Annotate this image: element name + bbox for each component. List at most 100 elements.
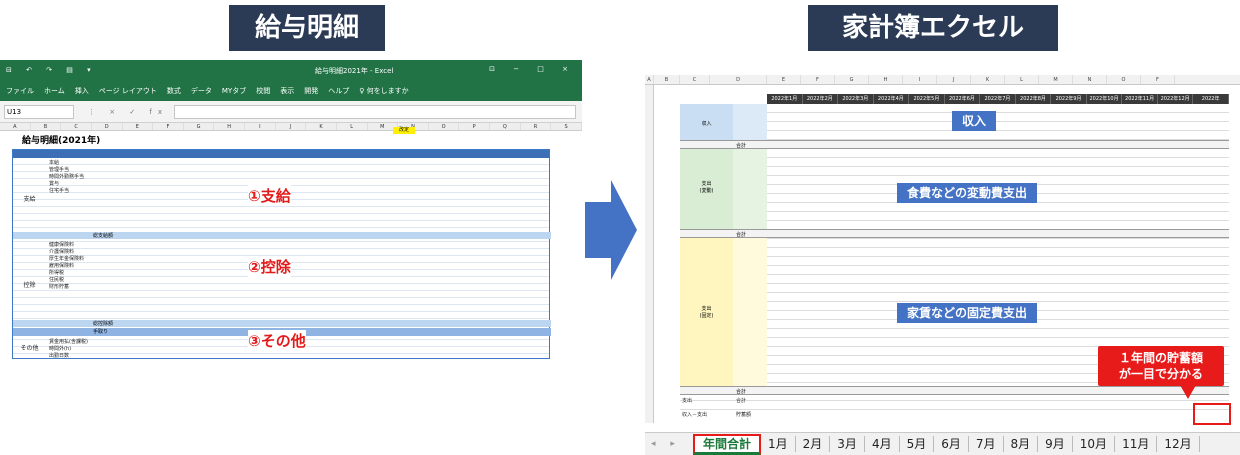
- column-letter[interactable]: L: [337, 123, 368, 130]
- menu-data[interactable]: データ: [191, 86, 212, 96]
- tab-jun[interactable]: 6月: [934, 436, 969, 452]
- month-header: 2022年7月: [980, 94, 1016, 104]
- month-header-row: 2022年1月 2022年2月 2022年3月 2022年4月 2022年5月 2022年…: [767, 94, 1229, 104]
- menu-developer[interactable]: 開発: [304, 86, 318, 96]
- tab-oct[interactable]: 10月: [1073, 436, 1116, 452]
- menu-review[interactable]: 校閲: [256, 86, 270, 96]
- column-letter[interactable]: A: [0, 123, 31, 130]
- column-headers: ABCDEFGHIJKLMNOPQRS: [0, 123, 582, 131]
- formula-input[interactable]: [174, 104, 576, 119]
- tab-dec[interactable]: 12月: [1157, 436, 1200, 452]
- column-letter[interactable]: H: [214, 123, 245, 130]
- row-label: 雇用保険料: [49, 263, 75, 269]
- column-letter[interactable]: B: [31, 123, 62, 130]
- expense-sum-label: 合計: [736, 398, 747, 404]
- row-label: 厚生年金保険料: [49, 256, 85, 262]
- menu-formulas[interactable]: 数式: [167, 86, 181, 96]
- tab-apr[interactable]: 4月: [865, 436, 900, 452]
- quick-access-toolbar[interactable]: ⊟ ↶ ↷ ▤ ▾: [6, 66, 97, 74]
- expense-total-label: 支出: [682, 398, 693, 404]
- tab-mar[interactable]: 3月: [830, 436, 865, 452]
- sum-label: 合計: [736, 143, 747, 149]
- column-letter[interactable]: G: [184, 123, 215, 130]
- menu-help[interactable]: ヘルプ: [328, 86, 349, 96]
- menu-file[interactable]: ファイル: [6, 86, 34, 96]
- column-letter[interactable]: G: [835, 75, 869, 84]
- column-letter[interactable]: I: [245, 123, 276, 130]
- column-letter[interactable]: I: [903, 75, 937, 84]
- fixed-group-label: 支出 (固定): [680, 238, 733, 386]
- name-box[interactable]: U13: [4, 104, 74, 119]
- column-letter[interactable]: C: [61, 123, 92, 130]
- savings-highlight[interactable]: [1193, 403, 1231, 425]
- tab-sep[interactable]: 9月: [1038, 436, 1073, 452]
- column-letter[interactable]: K: [306, 123, 337, 130]
- row-label: 賃金用払(含課税): [49, 339, 88, 345]
- column-letter[interactable]: O: [1107, 75, 1141, 84]
- sheet-title: 給与明細(2021年): [22, 136, 101, 146]
- column-letter[interactable]: D: [92, 123, 123, 130]
- column-letter[interactable]: F: [153, 123, 184, 130]
- column-letter[interactable]: R: [521, 123, 552, 130]
- column-letter[interactable]: M: [1039, 75, 1073, 84]
- column-letter[interactable]: N: [1073, 75, 1107, 84]
- menu-view[interactable]: 表示: [280, 86, 294, 96]
- tab-jul[interactable]: 7月: [969, 436, 1004, 452]
- formula-bar: U13 ⋮ × ✓ fx: [0, 101, 582, 123]
- fixed-items: [733, 238, 767, 386]
- month-header: 2022年11月: [1122, 94, 1158, 104]
- tab-feb[interactable]: 2月: [796, 436, 831, 452]
- row-label: 住宅手当: [49, 188, 70, 194]
- window-title: 給与明細2021年 - Excel: [315, 67, 394, 75]
- tab-may[interactable]: 5月: [900, 436, 935, 452]
- column-letter[interactable]: E: [767, 75, 801, 84]
- tab-nov[interactable]: 11月: [1115, 436, 1158, 452]
- column-letter[interactable]: F: [1141, 75, 1175, 84]
- row-label: 出勤日数: [49, 353, 70, 359]
- column-letter[interactable]: L: [1005, 75, 1039, 84]
- row-label: 時間外(h): [49, 346, 72, 352]
- callout-fixed: 家賃などの固定費支出: [897, 303, 1038, 323]
- column-letter[interactable]: H: [869, 75, 903, 84]
- callout-income: 収入: [952, 111, 997, 131]
- column-letter[interactable]: P: [459, 123, 490, 130]
- variable-group-text: 支出 (変動): [699, 181, 714, 194]
- tab-aug[interactable]: 8月: [1004, 436, 1039, 452]
- right-arrow-icon: [585, 180, 637, 280]
- menu-home[interactable]: ホーム: [44, 86, 65, 96]
- salary-excel-window: ⊟ ↶ ↷ ▤ ▾ 給与明細2021年 - Excel ⊡ − □ × ファイル…: [0, 60, 582, 360]
- savings-label: 貯蓄額: [736, 412, 752, 418]
- month-header: 2022年6月: [945, 94, 981, 104]
- column-letter[interactable]: E: [123, 123, 154, 130]
- column-letter[interactable]: O: [429, 123, 460, 130]
- column-letter[interactable]: F: [801, 75, 835, 84]
- column-letter[interactable]: B: [654, 75, 680, 84]
- column-letter[interactable]: D: [710, 75, 767, 84]
- column-letter[interactable]: Q: [490, 123, 521, 130]
- takehome-label: 手取り: [93, 329, 109, 335]
- column-letter[interactable]: J: [937, 75, 971, 84]
- fx-icon[interactable]: ⋮ × ✓ fx: [88, 108, 168, 116]
- menu-tell-me[interactable]: ♀ 何をしますか: [359, 86, 408, 96]
- column-letter[interactable]: C: [680, 75, 710, 84]
- fixed-group-text: 支出 (固定): [699, 306, 714, 319]
- column-letter[interactable]: A: [645, 75, 654, 84]
- annotation-shikyu: ①支給: [248, 185, 291, 206]
- window-controls[interactable]: ⊡ − □ ×: [489, 65, 576, 73]
- menu-layout[interactable]: ページ レイアウト: [99, 86, 157, 96]
- menu-mytab[interactable]: MYタブ: [222, 86, 246, 96]
- annotation-kojo: ②控除: [248, 256, 291, 277]
- total-label: 総控除額: [93, 321, 114, 327]
- row-label: 管理手当: [49, 167, 70, 173]
- row-label: 財形貯蓄: [49, 284, 70, 290]
- menu-insert[interactable]: 挿入: [75, 86, 89, 96]
- tab-annual-total[interactable]: 年間合計: [693, 433, 762, 455]
- salary-statement-badge: 給与明細: [229, 5, 385, 51]
- column-letter[interactable]: S: [551, 123, 582, 130]
- section-kojo: 控除: [23, 282, 36, 289]
- column-letter[interactable]: K: [971, 75, 1005, 84]
- column-letter[interactable]: J: [276, 123, 307, 130]
- tab-jan[interactable]: 1月: [761, 436, 796, 452]
- tab-nav-icon[interactable]: ◂ ▸: [645, 439, 693, 449]
- total-row-shikyu: 総支給額: [13, 232, 551, 239]
